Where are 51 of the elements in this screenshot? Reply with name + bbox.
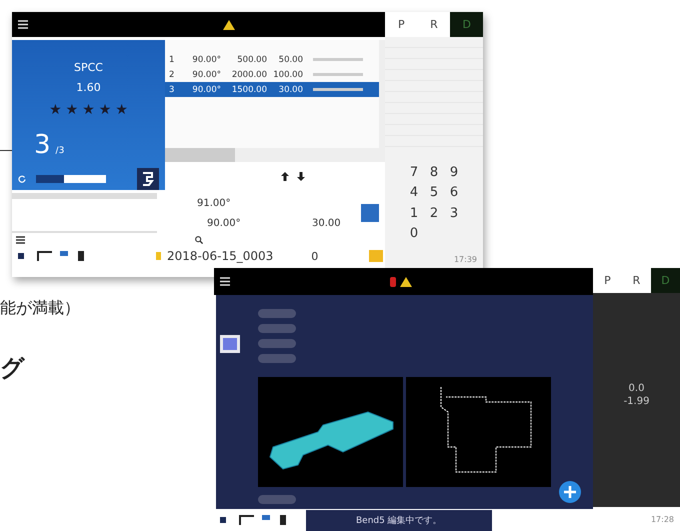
file-icon [156,252,161,260]
keypad-key[interactable]: 5 [427,185,441,202]
table-row[interactable]: 3 90.00° 1500.00 30.00 [165,82,379,97]
field-label [258,324,296,333]
keypad-key[interactable]: 0 [407,226,421,242]
keypad-key[interactable]: 7 [407,165,421,182]
keypad-key[interactable]: 9 [447,165,461,182]
status-icons [390,276,414,288]
clock-text: 17:28 [650,514,674,524]
body-text: 能が満載） [0,298,80,319]
table-row[interactable]: 2 90.00° 2000.00 100.00 [165,67,379,82]
heading-text: グ [0,353,25,384]
step-total: /3 [56,146,64,156]
readout-value: 0.0 [628,383,644,394]
length-reading: 30.00 [312,218,341,229]
down-arrow-icon[interactable] [297,172,305,180]
mode-tab[interactable]: R [622,268,651,293]
file-name: 2018-06-15_0003 [167,249,274,263]
step-count: 3 [34,130,51,160]
mode-tab[interactable]: P [385,12,418,37]
field-label [258,339,296,348]
counter-value: 0 [311,250,318,262]
add-button[interactable] [559,481,581,503]
field-label [258,309,296,318]
search-icon[interactable] [195,236,203,244]
progress-segments [36,175,106,183]
keypad-key[interactable]: 3 [447,206,461,222]
machine-icon[interactable] [137,168,159,190]
edit-icon[interactable] [220,335,240,353]
keypad-key[interactable]: 6 [447,185,461,202]
table-row[interactable]: 1 90.00° 500.00 50.00 [165,52,379,67]
menu-icon[interactable] [16,236,25,244]
keypad-key[interactable]: 1 [407,206,421,222]
warning-icon [223,20,235,30]
material-name: SPCC [74,60,103,76]
readout-value: -1.99 [624,396,650,407]
clock-text: 17:39 [454,255,477,264]
keypad-key[interactable]: 4 [407,185,421,202]
field-label [258,495,296,504]
refresh-icon[interactable] [18,175,26,183]
keypad-key[interactable]: 2 [427,206,441,222]
angle-reading: 90.00° [207,218,241,229]
mode-tab[interactable]: P [593,268,622,293]
thickness-value: 1.60 [76,80,101,96]
keypad-key[interactable]: 8 [427,165,441,182]
field-label [258,354,296,363]
mode-tab[interactable]: R [418,12,450,37]
up-arrow-icon[interactable] [281,172,289,180]
angle-reading: 91.00° [197,198,231,209]
status-message: Bend5 編集中です。 [306,510,492,530]
star-rating: ★ ★ ★ ★ ★ [49,102,128,118]
